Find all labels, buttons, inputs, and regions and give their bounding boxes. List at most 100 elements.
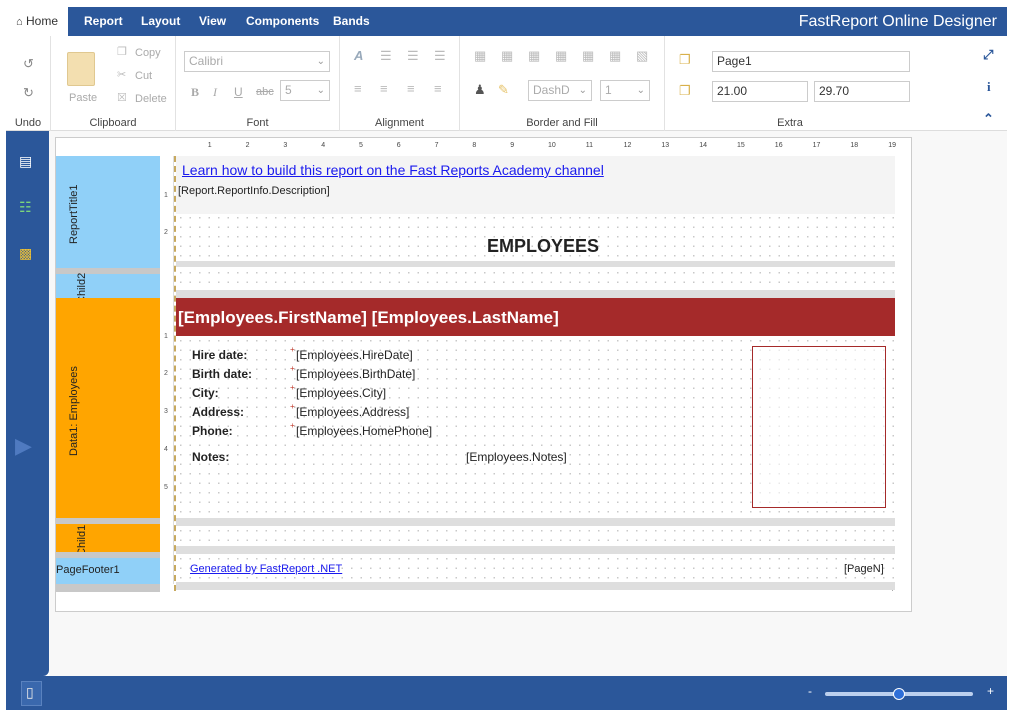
academy-link[interactable]: Learn how to build this report on the Fa… <box>182 162 604 178</box>
birth-date-field[interactable]: [Employees.BirthDate] <box>296 367 415 381</box>
city-label[interactable]: City: <box>192 386 219 400</box>
cut-button[interactable]: Cut <box>135 70 152 82</box>
report-description-field[interactable]: [Report.ReportInfo.Description] <box>178 185 330 197</box>
fill-color-icon[interactable]: ♟ <box>474 82 486 98</box>
collapse-ribbon-icon[interactable]: ⌃ <box>983 111 994 127</box>
tab-components[interactable]: Components <box>240 7 325 36</box>
report-title-text[interactable]: EMPLOYEES <box>487 236 599 257</box>
data-dictionary-icon[interactable]: ▩ <box>19 245 32 262</box>
bring-to-front-icon[interactable]: ❐ <box>679 52 691 68</box>
border-left-icon[interactable]: ▦ <box>528 48 540 64</box>
page-name-input[interactable]: Page1 <box>712 51 910 72</box>
birth-date-label[interactable]: Birth date: <box>192 367 252 381</box>
paste-button[interactable]: Paste <box>69 92 97 104</box>
ruler-mark: 13 <box>661 142 670 149</box>
left-sidebar: ▤ ☷ ▩ ▶ <box>6 131 49 676</box>
zoom-out-button[interactable]: - <box>808 684 812 698</box>
paste-icon[interactable] <box>67 52 95 86</box>
info-icon[interactable]: i <box>987 79 991 95</box>
city-field[interactable]: [Employees.City] <box>296 386 386 400</box>
page-number-field[interactable]: [PageN] <box>844 563 884 575</box>
extra-group: ❐ ❐ Page1 21.00 29.70 Extra <box>665 36 915 131</box>
band-label-data1: Data1: Employees <box>68 366 80 456</box>
delete-icon[interactable]: ☒ <box>117 91 127 104</box>
font-family-select[interactable]: Calibri ⌄ <box>184 51 330 72</box>
ruler-mark: 19 <box>888 142 896 149</box>
border-group-label: Border and Fill <box>526 117 598 129</box>
employee-photo-placeholder[interactable] <box>752 346 886 508</box>
tab-layout[interactable]: Layout <box>135 7 186 36</box>
font-size-select[interactable]: 5 ⌄ <box>280 80 330 101</box>
border-all-icon[interactable]: ▦ <box>582 48 594 64</box>
properties-icon[interactable]: ▤ <box>19 153 32 170</box>
align-middle-icon[interactable]: ☰ <box>407 48 419 64</box>
border-style-icon[interactable]: ▧ <box>636 48 648 64</box>
text-rotate-icon[interactable]: A <box>354 48 363 63</box>
child2-band[interactable] <box>176 268 895 292</box>
font-size-value: 5 <box>285 83 292 97</box>
border-none-icon[interactable]: ▦ <box>609 48 621 64</box>
band-separator <box>176 582 895 590</box>
delete-button[interactable]: Delete <box>135 93 167 105</box>
notes-field[interactable]: [Employees.Notes] <box>466 450 567 464</box>
italic-button[interactable]: I <box>213 85 217 100</box>
employee-name-field[interactable]: [Employees.FirstName] [Employees.LastNam… <box>178 308 559 328</box>
copy-button[interactable]: Copy <box>135 47 161 59</box>
align-left-icon[interactable]: ≡ <box>354 81 362 96</box>
band-header-child1[interactable]: Child1 <box>56 524 160 556</box>
generated-by-link[interactable]: Generated by FastReport .NET <box>190 563 342 575</box>
undo-icon[interactable]: ↺ <box>23 56 34 72</box>
fullscreen-icon[interactable]: ⤢ <box>983 47 993 63</box>
expand-panel-icon[interactable]: ▶ <box>15 433 32 459</box>
hire-date-field[interactable]: [Employees.HireDate] <box>296 348 413 362</box>
page-width-input[interactable]: 21.00 <box>712 81 808 102</box>
band-header-page-footer[interactable]: PageFooter1 <box>56 558 160 584</box>
page-tab[interactable]: ▯ <box>21 681 42 706</box>
border-dash-select[interactable]: DashD ⌄ <box>528 80 592 101</box>
child1-band[interactable] <box>176 526 895 548</box>
border-right-icon[interactable]: ▦ <box>555 48 567 64</box>
line-color-icon[interactable]: ✎ <box>498 82 509 98</box>
band-label-report-title: ReportTitle1 <box>68 184 80 244</box>
chevron-down-icon: ⌄ <box>578 85 587 96</box>
tab-home[interactable]: ⌂ Home <box>6 7 68 36</box>
border-width-select[interactable]: 1 ⌄ <box>600 80 650 101</box>
hire-date-label[interactable]: Hire date: <box>192 348 247 362</box>
tab-bands[interactable]: Bands <box>327 7 376 36</box>
data-band[interactable]: [Employees.FirstName] [Employees.LastNam… <box>176 298 895 518</box>
report-title-band[interactable]: Learn how to build this report on the Fa… <box>176 156 895 268</box>
address-field[interactable]: [Employees.Address] <box>296 405 409 419</box>
zoom-slider[interactable] <box>825 688 973 700</box>
tab-view[interactable]: View <box>193 7 232 36</box>
cut-icon[interactable]: ✂ <box>117 68 126 81</box>
tab-report[interactable]: Report <box>78 7 129 36</box>
copy-icon[interactable]: ❐ <box>117 45 127 58</box>
design-canvas: ReportTitle1 Child2 Data1: Employees Chi… <box>49 131 1007 676</box>
page-height-input[interactable]: 29.70 <box>814 81 910 102</box>
strikethrough-button[interactable]: abc <box>256 86 274 98</box>
zoom-in-button[interactable]: + <box>987 684 994 698</box>
redo-icon[interactable]: ↻ <box>23 85 34 101</box>
band-header-child2[interactable]: Child2 <box>56 273 160 304</box>
align-bottom-icon[interactable]: ☰ <box>434 48 446 64</box>
underline-button[interactable]: U <box>234 85 243 99</box>
home-icon: ⌂ <box>15 16 23 28</box>
phone-label[interactable]: Phone: <box>192 424 233 438</box>
page-footer-band[interactable]: Generated by FastReport .NET [PageN] <box>176 554 895 582</box>
address-label[interactable]: Address: <box>192 405 244 419</box>
notes-label[interactable]: Notes: <box>192 450 229 464</box>
align-top-icon[interactable]: ☰ <box>380 48 392 64</box>
report-tree-icon[interactable]: ☷ <box>19 199 32 216</box>
band-header-data1[interactable]: Data1: Employees <box>56 298 160 518</box>
align-justify-icon[interactable]: ≡ <box>434 81 442 96</box>
band-header-report-title[interactable]: ReportTitle1 <box>56 156 160 268</box>
band-separator <box>176 261 895 267</box>
bold-button[interactable]: B <box>191 85 199 100</box>
send-to-back-icon[interactable]: ❐ <box>679 83 691 99</box>
phone-field[interactable]: [Employees.HomePhone] <box>296 424 432 438</box>
border-top-icon[interactable]: ▦ <box>474 48 486 64</box>
border-bottom-icon[interactable]: ▦ <box>501 48 513 64</box>
align-center-icon[interactable]: ≡ <box>380 81 388 96</box>
align-right-icon[interactable]: ≡ <box>407 81 415 96</box>
zoom-slider-thumb[interactable] <box>893 688 905 700</box>
